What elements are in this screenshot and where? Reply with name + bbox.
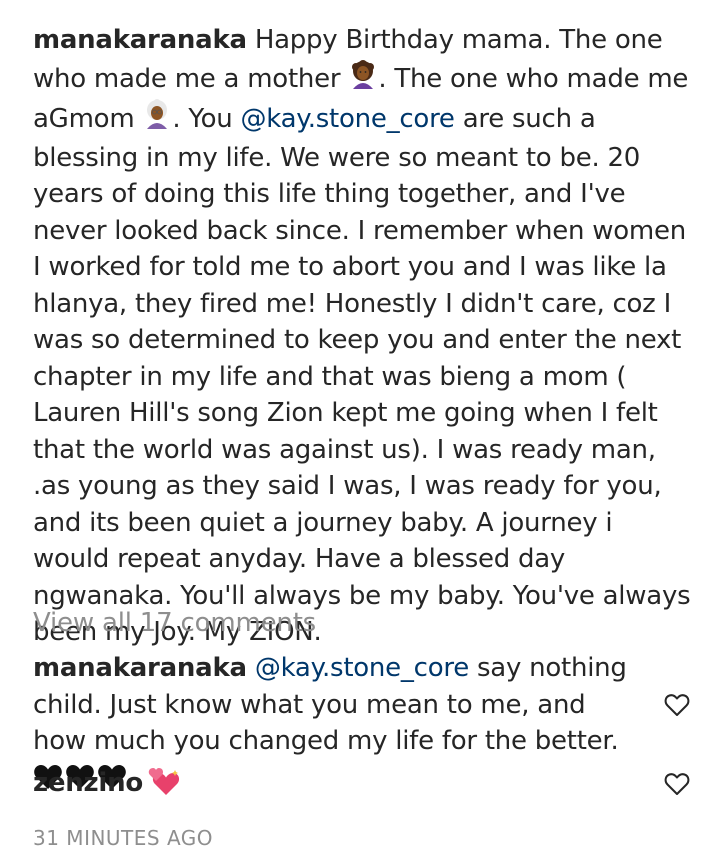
previous-line-fragment: ¸ — [14, 0, 27, 4]
post-timestamp: 31 MINUTES AGO — [33, 826, 214, 850]
view-all-comments-link[interactable]: View all 17 comments — [33, 605, 316, 641]
comment-mention[interactable]: @kay.stone_core — [255, 653, 469, 683]
woman-curly-hair-emoji-icon — [348, 59, 378, 100]
old-woman-emoji-icon — [142, 99, 172, 140]
sparkling-heart-icon — [148, 768, 180, 795]
caption-mention[interactable]: @kay.stone_core — [241, 104, 455, 134]
caption-username[interactable]: manakaranaka — [33, 25, 247, 55]
caption-text-3: . You — [172, 103, 241, 134]
post-caption: manakaranaka Happy Birthday mama. The on… — [33, 22, 693, 651]
caption-text-4: are such a blessing in my life. We were … — [33, 103, 691, 647]
comment-item: zenzino — [33, 765, 643, 802]
comment-username[interactable]: manakaranaka — [33, 653, 247, 683]
like-comment-heart-icon[interactable] — [664, 772, 690, 796]
like-comment-heart-icon[interactable] — [664, 693, 690, 717]
comment-username[interactable]: zenzino — [33, 768, 143, 798]
